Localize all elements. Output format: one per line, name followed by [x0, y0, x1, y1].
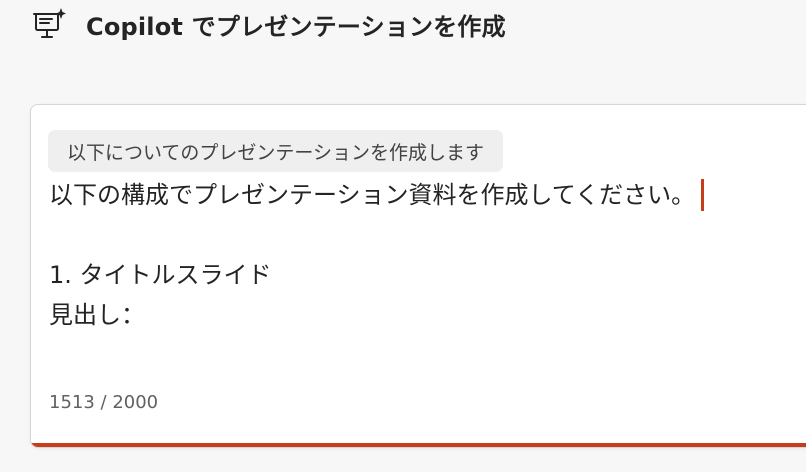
editor-line: 1. タイトルスライド — [49, 255, 789, 295]
text-caret — [701, 179, 705, 211]
prompt-card: 以下についてのプレゼンテーションを作成します 以下の構成でプレゼンテーション資料… — [30, 104, 806, 448]
editor-line-text: 見出し： — [49, 301, 145, 329]
editor-line-text: 1. タイトルスライド — [49, 261, 272, 289]
page-header: Copilot でプレゼンテーションを作成 — [32, 4, 506, 44]
prompt-text-editor[interactable]: 以下の構成でプレゼンテーション資料を作成してください。 1. タイトルスライド … — [49, 175, 789, 335]
focus-underline — [31, 443, 806, 447]
page-title: Copilot でプレゼンテーションを作成 — [86, 12, 506, 41]
editor-line: 以下の構成でプレゼンテーション資料を作成してください。 — [49, 175, 789, 215]
editor-line: 見出し： — [49, 295, 789, 335]
presentation-sparkle-icon — [32, 6, 68, 42]
prompt-prefix-chip: 以下についてのプレゼンテーションを作成します — [48, 130, 504, 172]
character-counter: 1513 / 2000 — [49, 392, 159, 413]
editor-line-text: 以下の構成でプレゼンテーション資料を作成してください。 — [49, 181, 696, 209]
